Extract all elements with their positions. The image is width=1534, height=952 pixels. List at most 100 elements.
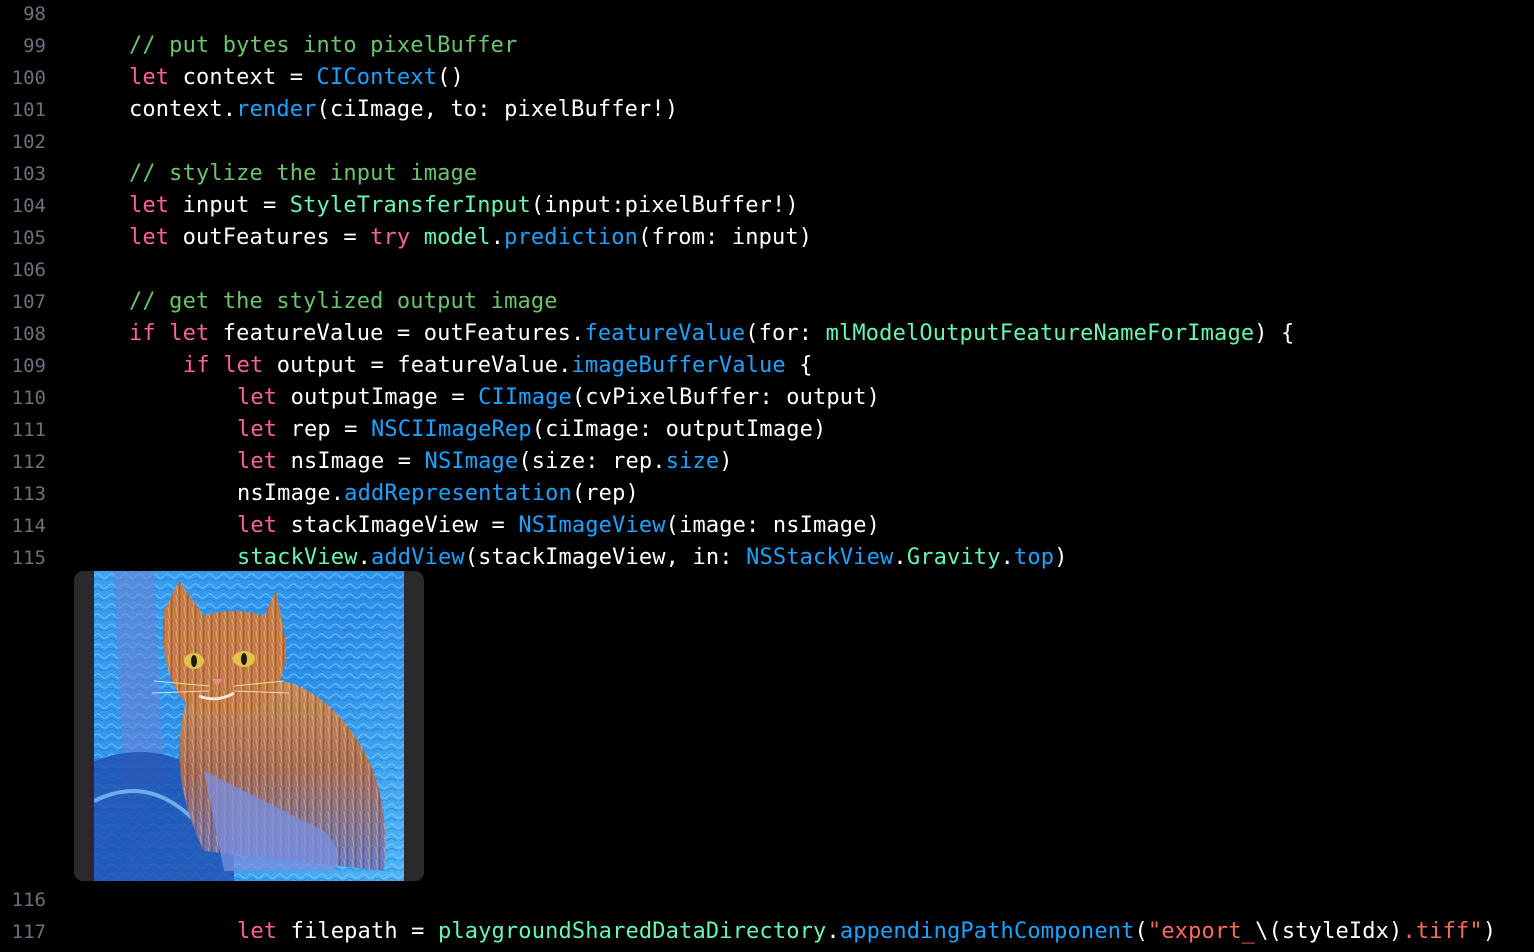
line-number: 115 [11,547,46,569]
code-token: (cvPixelBuffer: output) [571,385,880,410]
line-number: 106 [11,259,46,281]
code-token: ) [719,449,733,474]
code-token: input = [169,193,290,218]
code-token: featureValue = outFeatures. [209,321,585,346]
code-token: render [236,97,317,122]
code-token: NSImageView [518,513,666,538]
code-line[interactable]: 106 [0,254,1534,286]
line-number: 109 [11,355,46,377]
code-line[interactable]: 98 [0,0,1534,30]
code-text[interactable]: let stackImageView = NSImageView(image: … [237,510,880,542]
code-token: let [169,321,210,346]
code-token: Gravity [906,545,1001,570]
code-text[interactable]: // stylize the input image [129,158,477,190]
code-text[interactable]: context.render(ciImage, to: pixelBuffer!… [129,94,678,126]
code-token: (size: rep. [518,449,666,474]
code-token: (from: input) [638,225,813,250]
code-line[interactable]: 114 let stackImageView = NSImageView(imag… [0,510,1534,542]
code-line[interactable]: 109 if let output = featureValue.imageBuf… [0,350,1534,382]
code-text[interactable]: // put bytes into pixelBuffer [129,30,517,62]
code-line[interactable]: 101 context.render(ciImage, to: pixelBuff… [0,94,1534,126]
code-token: let [129,225,170,250]
code-line[interactable]: 116 [0,884,1534,916]
code-token: \(styleIdx) [1255,919,1403,944]
code-text[interactable]: let context = CIContext() [129,62,464,94]
code-line[interactable]: 103 // stylize the input image [0,158,1534,190]
code-token: "export_ [1147,919,1256,944]
code-token: try [370,225,411,250]
code-text[interactable]: let nsImage = NSImage(size: rep.size) [237,446,733,478]
code-text[interactable]: let outputImage = CIImage(cvPixelBuffer:… [237,382,880,414]
code-token: let [237,385,278,410]
code-token: StyleTransferInput [289,193,531,218]
code-text[interactable]: if let output = featureValue.imageBuffer… [183,350,813,382]
code-token: NSStackView [746,545,894,570]
line-number: 108 [11,323,46,345]
code-token: context. [129,97,237,122]
code-token: nsImage. [237,481,345,506]
code-token: .tiff" [1402,919,1483,944]
line-number: 101 [11,99,46,121]
code-token: let [129,65,170,90]
line-number: 112 [11,451,46,473]
code-token: if [129,321,156,346]
code-token: top [1014,545,1055,570]
line-number: 110 [11,387,46,409]
code-line[interactable]: 112 let nsImage = NSImage(size: rep.size) [0,446,1534,478]
code-token: let [129,193,170,218]
code-token: (for: [745,321,826,346]
code-line[interactable]: 100 let context = CIContext() [0,62,1534,94]
code-text[interactable]: if let featureValue = outFeatures.featur… [129,318,1294,350]
code-token: (rep) [571,481,639,506]
code-text[interactable]: // get the stylized output image [129,286,558,318]
code-text[interactable]: let rep = NSCIImageRep(ciImage: outputIm… [237,414,826,446]
code-token: stackView [237,545,358,570]
line-number: 107 [11,291,46,313]
code-token: // stylize the input image [129,161,478,186]
code-text[interactable]: let outFeatures = try model.prediction(f… [129,222,812,254]
code-text[interactable]: let input = StyleTransferInput(input:pix… [129,190,799,222]
code-token: stackImageView = [277,513,519,538]
code-token: NSImage [424,449,519,474]
line-number: 105 [11,227,46,249]
line-number: 111 [11,419,46,441]
code-token: playgroundSharedDataDirectory [437,919,827,944]
code-token: (ciImage: outputImage) [531,417,827,442]
code-token: context = [169,65,317,90]
line-number: 117 [11,921,46,943]
code-text[interactable]: stackView.addView(stackImageView, in: NS… [237,542,1068,574]
line-number: 100 [11,67,46,89]
code-token: nsImage = [277,449,425,474]
code-line[interactable]: 99 // put bytes into pixelBuffer [0,30,1534,62]
code-line[interactable]: 104 let input = StyleTransferInput(input:… [0,190,1534,222]
code-line[interactable]: 108 if let featureValue = outFeatures.fea… [0,318,1534,350]
code-line[interactable]: 107 // get the stylized output image [0,286,1534,318]
code-line[interactable]: 105 let outFeatures = try model.predictio… [0,222,1534,254]
code-token: NSCIImageRep [370,417,532,442]
code-token: { [785,353,813,378]
code-line[interactable]: 113 nsImage.addRepresentation(rep) [0,478,1534,510]
code-token: let [237,449,278,474]
line-number: 114 [11,515,46,537]
code-token: . [490,225,505,250]
code-line[interactable]: 102 [0,126,1534,158]
code-line[interactable]: 117 let filepath = playgroundSharedDataDi… [0,916,1534,948]
code-line[interactable]: 110 let outputImage = CIImage(cvPixelBuff… [0,382,1534,414]
code-token: appendingPathComponent [839,919,1135,944]
code-token: . [357,545,371,570]
line-number: 113 [11,483,46,505]
code-token: model [423,225,491,250]
code-line[interactable]: 115 stackView.addView(stackImageView, in:… [0,542,1534,574]
code-line[interactable]: 111 let rep = NSCIImageRep(ciImage: outpu… [0,414,1534,446]
code-token: (input:pixelBuffer!) [530,193,799,218]
code-token: . [826,919,840,944]
code-token: mlModelOutputFeatureNameForImage [825,321,1255,346]
code-token: ) [1054,545,1068,570]
code-text[interactable]: nsImage.addRepresentation(rep) [237,478,639,510]
line-number: 104 [11,195,46,217]
inline-result-preview[interactable] [74,571,424,881]
line-number: 102 [11,131,46,153]
line-number: 99 [23,35,46,57]
code-token: prediction [504,225,639,250]
code-text[interactable]: let filepath = playgroundSharedDataDirec… [237,916,1496,948]
